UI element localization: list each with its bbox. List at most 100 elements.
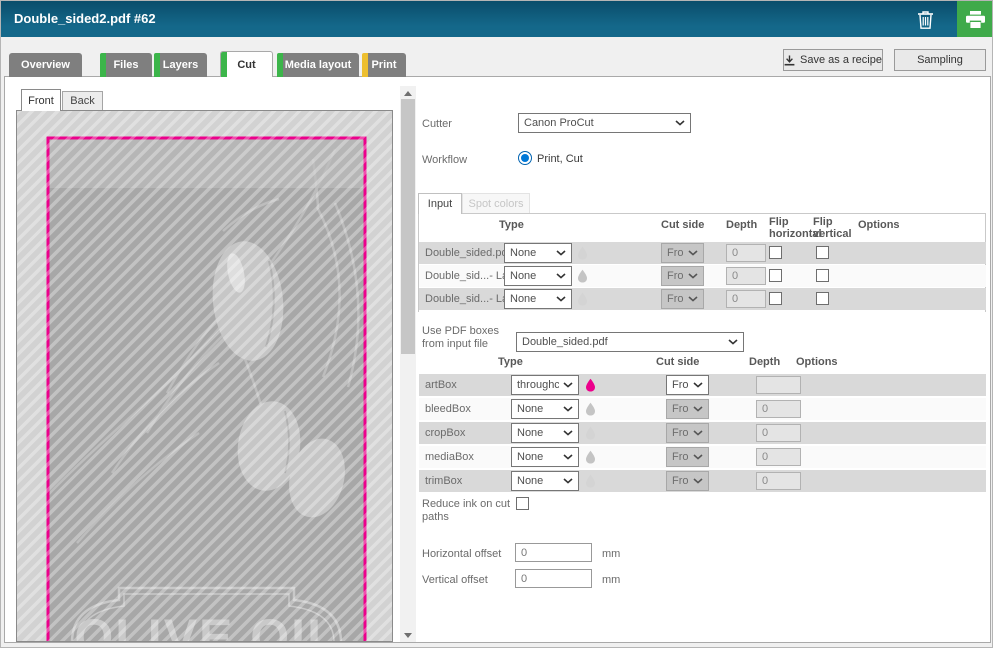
horizontal-offset-unit: mm (602, 548, 620, 560)
dropdown-value: Front (672, 403, 689, 415)
droplet-icon (585, 378, 596, 392)
cut-side-dropdown[interactable]: Front (666, 375, 709, 395)
tab-cut[interactable]: Cut (220, 51, 273, 77)
chevron-down-icon (552, 273, 566, 279)
scrollbar-thumb[interactable] (401, 99, 415, 354)
workflow-value: Print, Cut (537, 153, 583, 166)
flip-vertical-checkbox[interactable] (816, 246, 829, 259)
dropdown-value: None (517, 403, 543, 415)
tab-overview[interactable]: Overview (9, 53, 82, 77)
dropdown-value: Front (672, 451, 689, 463)
dropdown-value: Front (667, 270, 684, 282)
flip-horizontal-checkbox[interactable] (769, 292, 782, 305)
reduce-ink-label: Reduce ink on cut paths (422, 498, 517, 524)
tab-label: Overview (21, 59, 70, 71)
tab-layers[interactable]: Layers (154, 53, 207, 77)
pdf-boxes-source-dropdown[interactable]: Double_sided.pdf (516, 332, 744, 352)
chevron-down-icon (684, 273, 698, 279)
printer-icon (965, 10, 986, 29)
horizontal-offset-input[interactable] (515, 543, 592, 562)
tab-label: Media layout (285, 59, 352, 71)
flip-vertical-checkbox[interactable] (816, 292, 829, 305)
save-as-recipe-label: Save as a recipe (800, 54, 882, 66)
cut-type-dropdown[interactable]: None (504, 266, 572, 286)
depth-field (756, 376, 801, 394)
download-icon (784, 55, 795, 66)
droplet-icon (585, 402, 596, 416)
tab-label: Print (371, 59, 396, 71)
tab-print[interactable]: Print (362, 53, 406, 77)
chevron-down-icon (689, 454, 703, 460)
vertical-offset-unit: mm (602, 574, 620, 586)
preview-tab-back[interactable]: Back (62, 91, 103, 110)
dropdown-value: None (517, 451, 543, 463)
cut-type-dropdown[interactable]: None (511, 447, 579, 467)
droplet-icon (585, 474, 596, 488)
depth-field: 0 (726, 267, 766, 285)
scroll-up-button[interactable] (400, 86, 416, 100)
depth-field: 0 (726, 290, 766, 308)
trash-icon (917, 10, 934, 29)
cut-type-dropdown[interactable]: None (504, 289, 572, 309)
cut-type-dropdown[interactable]: None (504, 243, 572, 263)
tab-status-marker (221, 52, 227, 77)
cut-type-dropdown[interactable]: throughcut (511, 375, 579, 395)
chevron-down-icon (689, 478, 703, 484)
sampling-button[interactable]: Sampling (894, 49, 986, 71)
depth-field: 0 (756, 472, 801, 490)
column-header-options: Options (858, 219, 900, 231)
dropdown-value: Front (667, 293, 684, 305)
window-title: Double_sided2.pdf #62 (14, 11, 156, 26)
cut-type-dropdown[interactable]: None (511, 471, 579, 491)
tab-files[interactable]: Files (100, 53, 152, 77)
preview-tab-front[interactable]: Front (21, 89, 61, 111)
vertical-offset-input[interactable] (515, 569, 592, 588)
tab-label: Layers (163, 59, 198, 71)
flip-horizontal-checkbox[interactable] (769, 269, 782, 282)
row-label: bleedBox (425, 403, 471, 415)
tab-input[interactable]: Input (418, 193, 462, 214)
scroll-down-button[interactable] (400, 628, 416, 642)
chevron-down-icon (559, 454, 573, 460)
tab-label: Cut (237, 59, 255, 71)
droplet-icon (577, 246, 588, 260)
tab-label: Back (70, 95, 94, 107)
panel-scrollbar[interactable] (400, 86, 416, 642)
use-pdf-boxes-label: Use PDF boxes from input file (422, 325, 522, 351)
cut-type-dropdown[interactable]: None (511, 399, 579, 419)
tab-media-layout[interactable]: Media layout (277, 53, 359, 77)
chevron-down-icon (552, 296, 566, 302)
save-as-recipe-button[interactable]: Save as a recipe (783, 49, 883, 71)
reduce-ink-checkbox[interactable] (516, 497, 529, 510)
pdf-box-row-trimbox: trimBox None Front 0 (419, 470, 986, 492)
flip-horizontal-checkbox[interactable] (769, 246, 782, 259)
cut-side-dropdown: Front (666, 471, 709, 491)
triangle-down-icon (404, 633, 412, 638)
dropdown-value: None (510, 247, 536, 259)
chevron-down-icon (684, 296, 698, 302)
tab-status-marker (362, 53, 368, 77)
label-title-text: OLIVE OIL (74, 609, 339, 641)
droplet-icon (577, 269, 588, 283)
chevron-down-icon (671, 120, 685, 126)
print-job-button[interactable] (957, 1, 993, 37)
cutter-label: Cutter (422, 118, 452, 131)
chevron-down-icon (559, 406, 573, 412)
cut-type-dropdown[interactable]: None (511, 423, 579, 443)
tab-label: Spot colors (468, 198, 523, 210)
column-header-type: Type (498, 356, 523, 368)
workflow-print-cut-radio[interactable] (518, 151, 532, 165)
dropdown-value: throughcut (517, 379, 559, 391)
delete-job-button[interactable] (912, 7, 938, 31)
droplet-icon (577, 292, 588, 306)
cut-side-dropdown: Front (666, 399, 709, 419)
column-header-options: Options (796, 356, 838, 368)
chevron-down-icon (689, 382, 703, 388)
column-header-depth: Depth (726, 219, 757, 231)
chevron-down-icon (684, 250, 698, 256)
cutter-dropdown[interactable]: Canon ProCut (518, 113, 691, 133)
tab-spot-colors[interactable]: Spot colors (462, 193, 530, 213)
cut-side-dropdown: Front (666, 423, 709, 443)
chevron-down-icon (559, 382, 573, 388)
flip-vertical-checkbox[interactable] (816, 269, 829, 282)
